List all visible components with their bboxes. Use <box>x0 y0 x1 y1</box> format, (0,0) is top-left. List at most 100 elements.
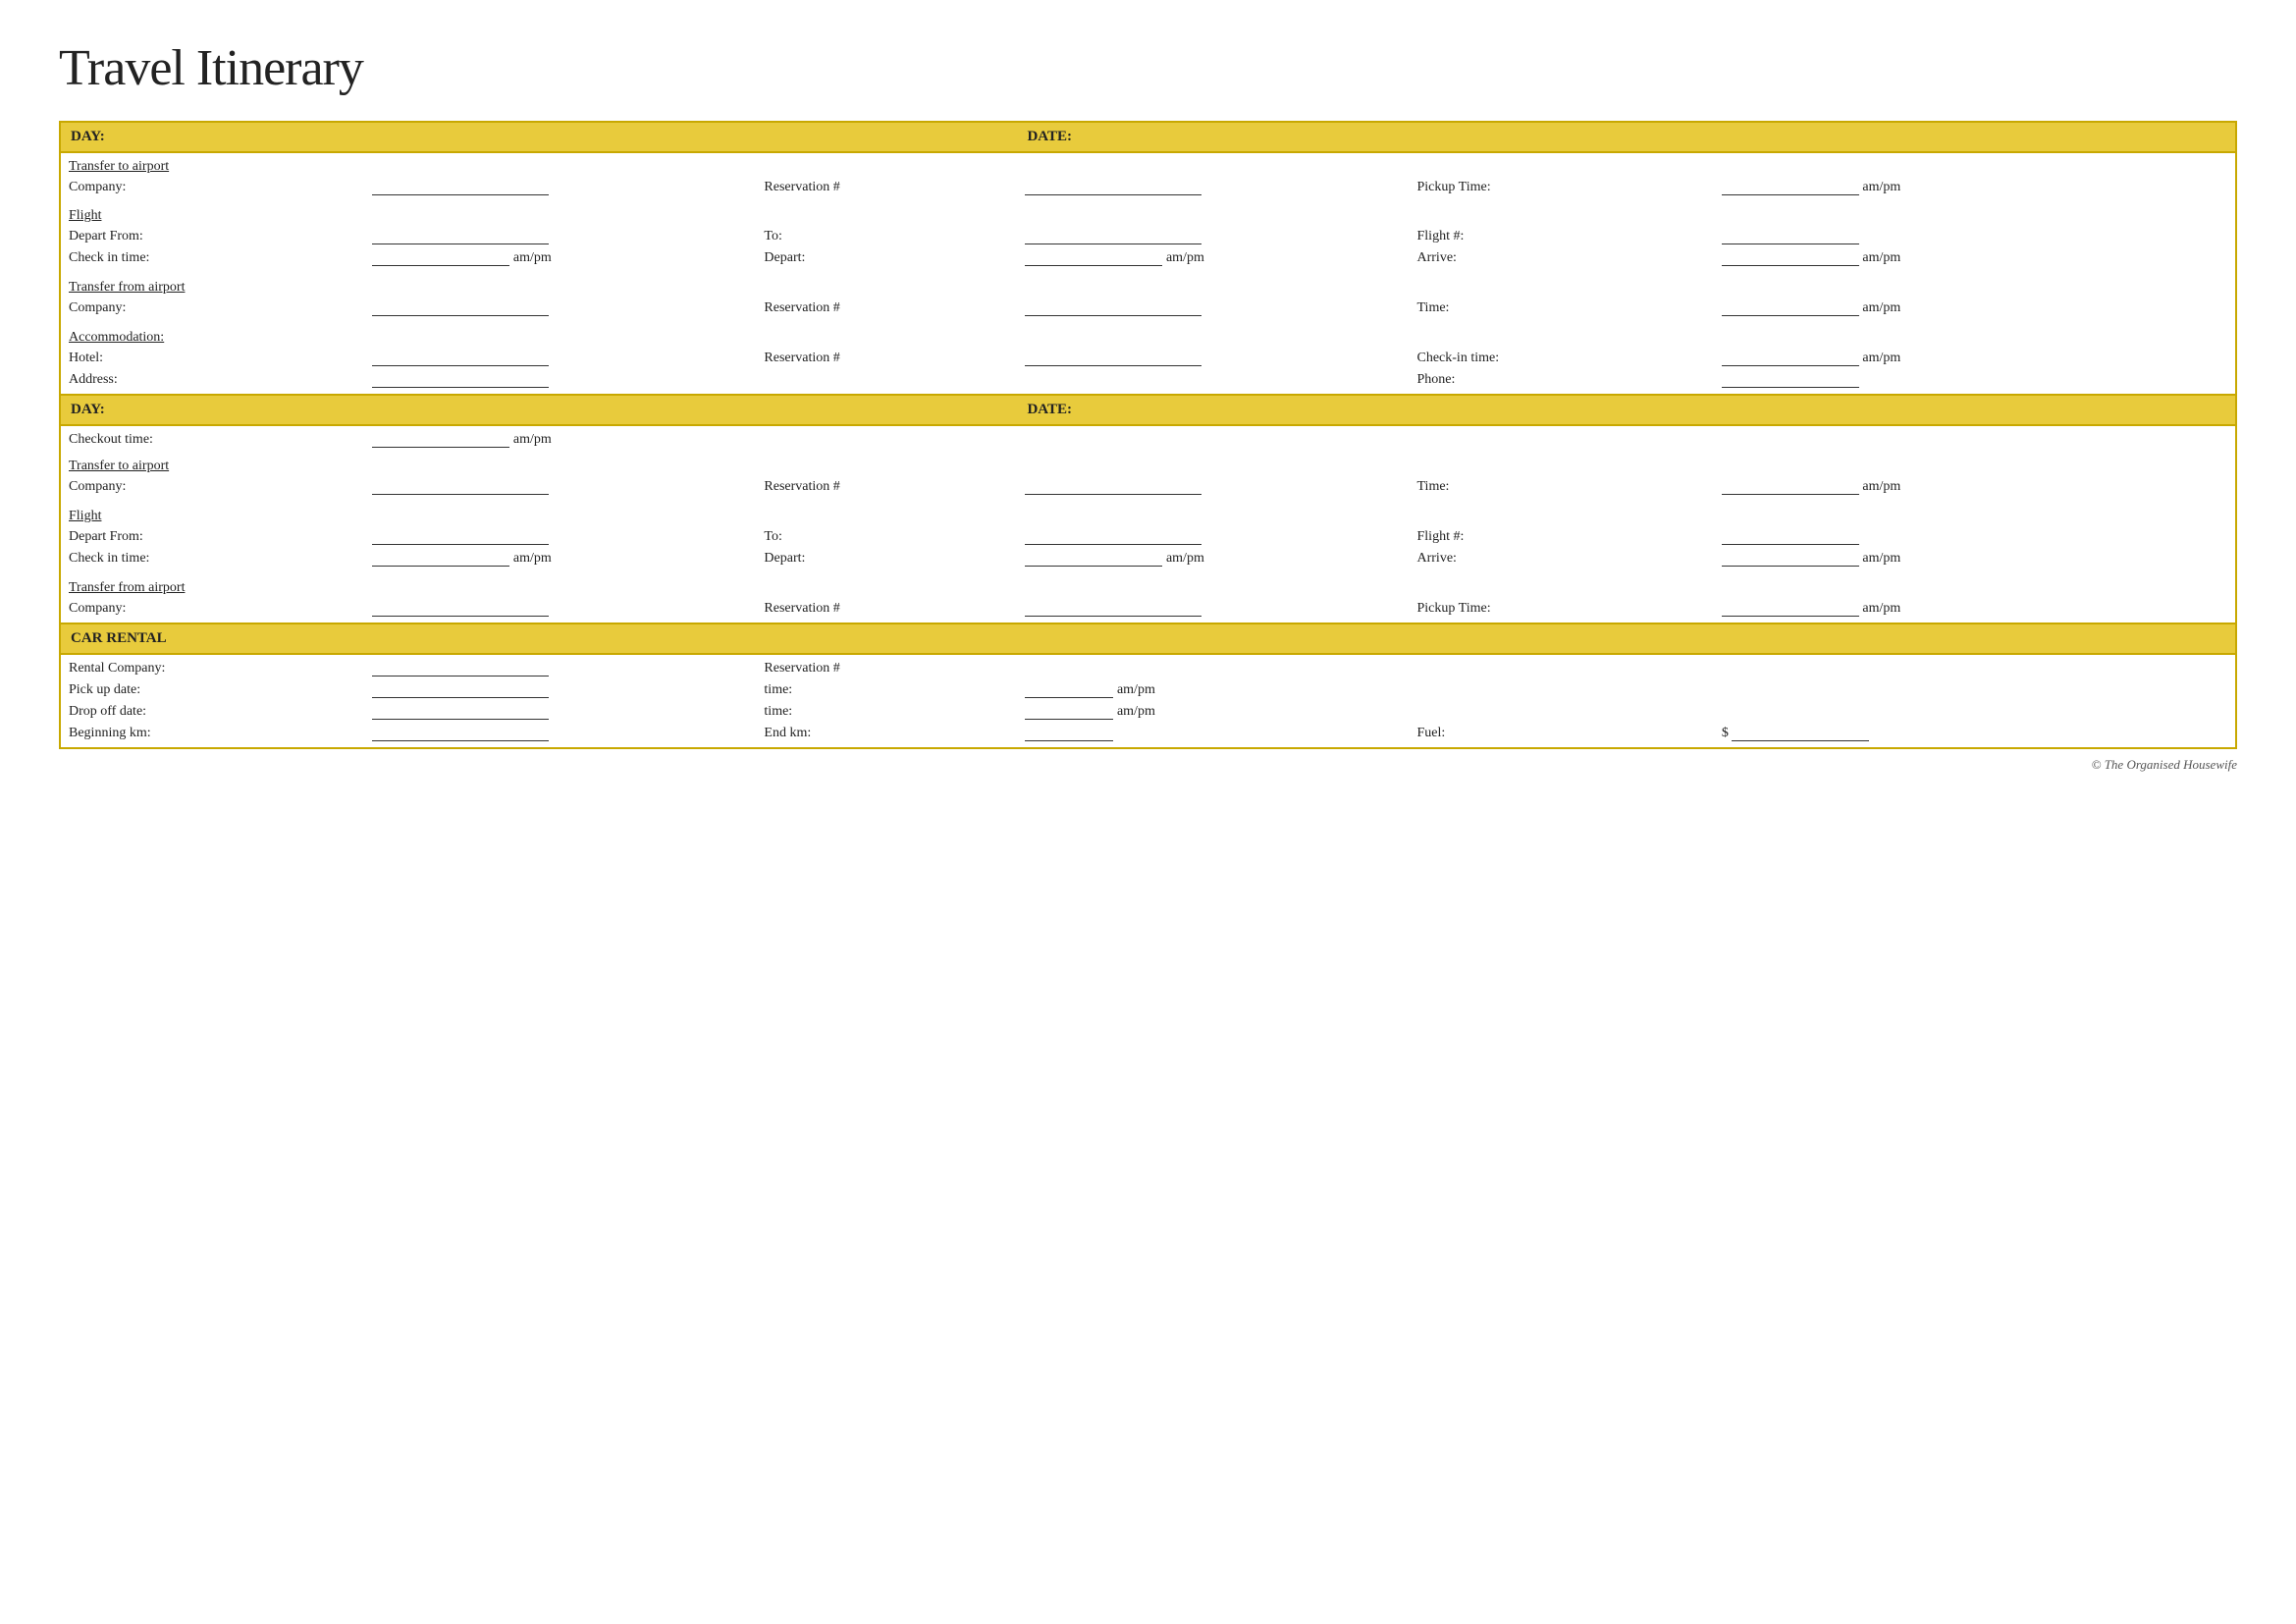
company-label-tfa-2: Company: <box>60 598 364 623</box>
transfer-from-airport-title-1: Transfer from airport <box>69 280 185 295</box>
footer-text: © The Organised Housewife <box>59 757 2237 773</box>
hotel-field-1[interactable] <box>372 351 549 366</box>
end-km-field[interactable] <box>1025 726 1113 741</box>
depart-label-1: Depart: <box>756 247 1017 272</box>
to-label-1: To: <box>756 226 1017 247</box>
company-field-tfa-2[interactable] <box>372 601 549 617</box>
ampm-tfa-1: am/pm <box>1862 300 1900 315</box>
pickup-date-label: Pick up date: <box>60 679 364 701</box>
rental-company-label: Rental Company: <box>60 654 364 679</box>
ampm-depart-2: am/pm <box>1166 551 1204 566</box>
fuel-field[interactable] <box>1732 726 1869 741</box>
company-field-1[interactable] <box>372 180 549 195</box>
depart-from-field-1[interactable] <box>372 229 549 244</box>
ampm-1: am/pm <box>1862 180 1900 194</box>
transfer-to-airport-title-1: Transfer to airport <box>69 159 169 174</box>
ampm-acc-1: am/pm <box>1862 351 1900 365</box>
company-label-2: Company: <box>60 476 364 501</box>
pickup-time-field-1[interactable] <box>1722 180 1859 195</box>
day-label-2: DAY: <box>60 395 1017 425</box>
check-in-time-label-2: Check in time: <box>60 548 364 572</box>
reservation-field-2[interactable] <box>1025 479 1201 495</box>
reservation-label-1: Reservation # <box>756 177 1017 198</box>
company-field-2[interactable] <box>372 479 549 495</box>
arrive-label-1: Arrive: <box>1410 247 1714 272</box>
flight-hash-field-1[interactable] <box>1722 229 1859 244</box>
beginning-km-label: Beginning km: <box>60 723 364 748</box>
ampm-arrive-2: am/pm <box>1862 551 1900 566</box>
time-field-cr2[interactable] <box>1025 704 1113 720</box>
transfer-to-airport-title-2: Transfer to airport <box>69 459 169 473</box>
beginning-km-field[interactable] <box>372 726 549 741</box>
ampm-tta-2: am/pm <box>1862 479 1900 494</box>
address-label-1: Address: <box>60 369 364 395</box>
company-label-1: Company: <box>60 177 364 198</box>
end-km-label: End km: <box>756 723 1017 748</box>
flight-hash-label-1: Flight #: <box>1410 226 1714 247</box>
transfer-from-airport-title-2: Transfer from airport <box>69 580 185 595</box>
time-field-tfa-1[interactable] <box>1722 300 1859 316</box>
pickup-date-field[interactable] <box>372 682 549 698</box>
company-label-tfa-1: Company: <box>60 298 364 322</box>
arrive-field-1[interactable] <box>1722 250 1859 266</box>
check-in-time-field-2[interactable] <box>372 551 509 567</box>
time-label-cr2: time: <box>756 701 1017 723</box>
depart-field-1[interactable] <box>1025 250 1162 266</box>
ampm-checkout-2: am/pm <box>513 432 552 447</box>
pickup-time-field-2[interactable] <box>1722 601 1859 617</box>
ampm-arrive-1: am/pm <box>1862 250 1900 265</box>
check-in-time-field-1[interactable] <box>372 250 509 266</box>
reservation-label-tfa-1: Reservation # <box>756 298 1017 322</box>
fuel-label: Fuel: <box>1410 723 1714 748</box>
reservation-field-tfa-1[interactable] <box>1025 300 1201 316</box>
ampm-cr2: am/pm <box>1117 704 1155 719</box>
checkout-time-field-2[interactable] <box>372 432 509 448</box>
time-label-cr1: time: <box>756 679 1017 701</box>
to-field-2[interactable] <box>1025 529 1201 545</box>
depart-from-label-2: Depart From: <box>60 526 364 548</box>
phone-label-1: Phone: <box>1410 369 1714 395</box>
ampm-checkin-2: am/pm <box>513 551 552 566</box>
phone-field-1[interactable] <box>1722 372 1859 388</box>
arrive-field-2[interactable] <box>1722 551 1859 567</box>
depart-from-field-2[interactable] <box>372 529 549 545</box>
reservation-label-tfa-2: Reservation # <box>756 598 1017 623</box>
pickup-time-label-2: Pickup Time: <box>1410 598 1714 623</box>
reservation-label-2: Reservation # <box>756 476 1017 501</box>
dollar-sign: $ <box>1722 726 1729 740</box>
ampm-depart-1: am/pm <box>1166 250 1204 265</box>
checkin-time-label-1: Check-in time: <box>1410 348 1714 369</box>
flight-title-2: Flight <box>69 509 101 523</box>
rental-company-field[interactable] <box>372 661 549 677</box>
to-field-1[interactable] <box>1025 229 1201 244</box>
hotel-label-1: Hotel: <box>60 348 364 369</box>
company-field-tfa-1[interactable] <box>372 300 549 316</box>
check-in-time-label-1: Check in time: <box>60 247 364 272</box>
dropoff-date-label: Drop off date: <box>60 701 364 723</box>
dropoff-date-field[interactable] <box>372 704 549 720</box>
car-rental-label: CAR RENTAL <box>60 623 2236 654</box>
flight-hash-field-2[interactable] <box>1722 529 1859 545</box>
time-field-2[interactable] <box>1722 479 1859 495</box>
ampm-checkin-1: am/pm <box>513 250 552 265</box>
reservation-label-cr: Reservation # <box>756 654 1017 679</box>
reservation-field-tfa-2[interactable] <box>1025 601 1201 617</box>
depart-field-2[interactable] <box>1025 551 1162 567</box>
ampm-cr1: am/pm <box>1117 682 1155 697</box>
time-label-2: Time: <box>1410 476 1714 501</box>
reservation-field-acc-1[interactable] <box>1025 351 1201 366</box>
address-field-1[interactable] <box>372 372 549 388</box>
checkin-time-field-1[interactable] <box>1722 351 1859 366</box>
to-label-2: To: <box>756 526 1017 548</box>
depart-from-label-1: Depart From: <box>60 226 364 247</box>
checkout-time-label-2: Checkout time: <box>60 425 364 451</box>
accommodation-title-1: Accommodation: <box>69 330 164 345</box>
pickup-time-label-1: Pickup Time: <box>1410 177 1714 198</box>
time-label-tfa-1: Time: <box>1410 298 1714 322</box>
reservation-label-acc-1: Reservation # <box>756 348 1017 369</box>
date-label-1: DATE: <box>1017 122 2236 152</box>
time-field-cr1[interactable] <box>1025 682 1113 698</box>
reservation-field-1[interactable] <box>1025 180 1201 195</box>
arrive-label-2: Arrive: <box>1410 548 1714 572</box>
flight-title-1: Flight <box>69 208 101 223</box>
